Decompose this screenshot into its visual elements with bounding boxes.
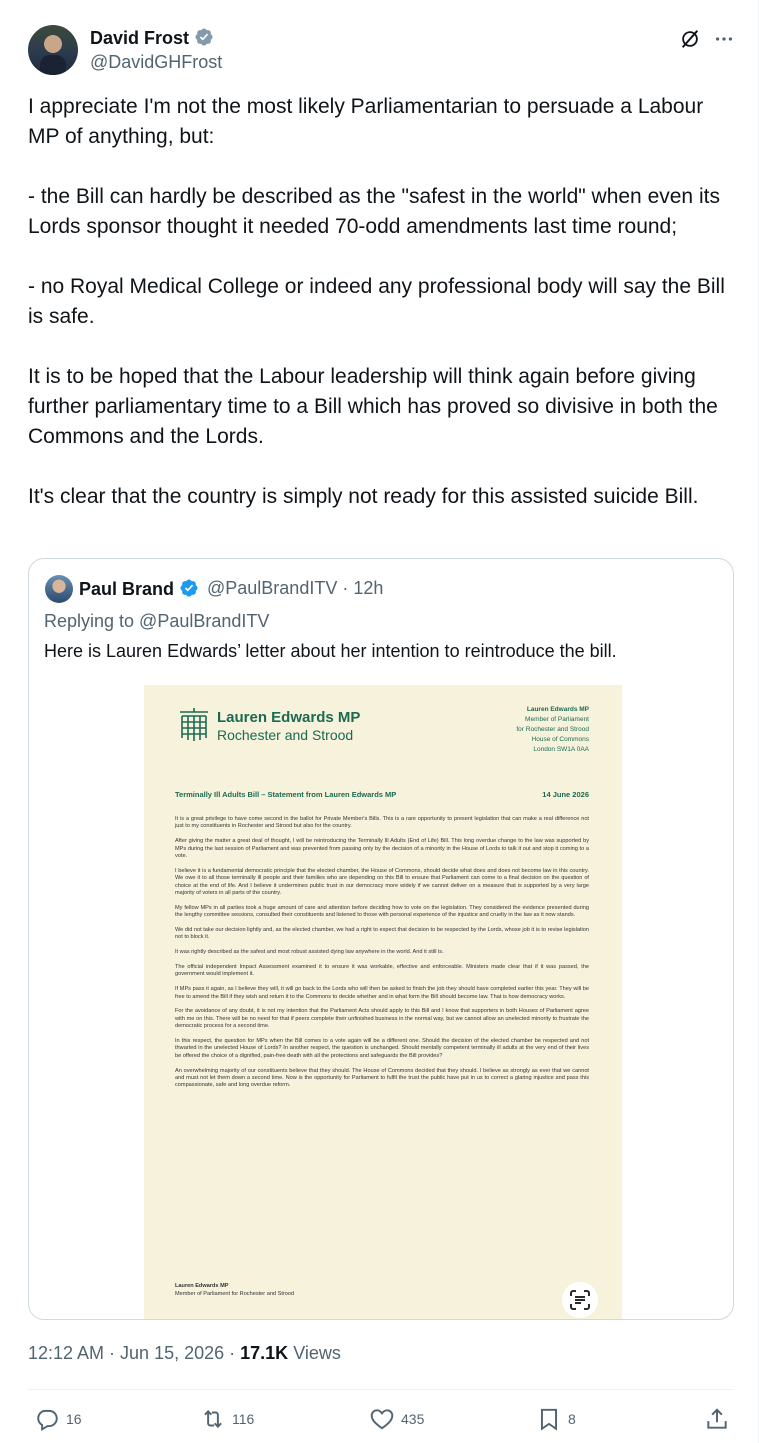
divider — [28, 1389, 734, 1390]
tweet-timestamp[interactable]: 12:12 AM · Jun 15, 2026 · — [28, 1343, 240, 1363]
scan-text-button[interactable] — [562, 1282, 598, 1318]
quoted-author-name-row[interactable]: Paul Brand — [79, 578, 199, 600]
letter-paragraph: The official independent Impact Assessme… — [175, 964, 589, 978]
letter-paragraph: An overwhelming majority of our constitu… — [175, 1067, 589, 1089]
quoted-tweet[interactable]: Paul Brand @PaulBrandITV · 12h Replying … — [28, 558, 734, 1320]
letterhead-name: Lauren Edwards MP — [217, 709, 361, 726]
letter-paragraph: I believe it is a fundamental democratic… — [175, 867, 589, 897]
letter-paragraph: My fellow MPs in all parties took a huge… — [175, 904, 589, 919]
author-name[interactable]: David Frost — [90, 28, 189, 48]
share-icon — [707, 1408, 727, 1429]
tweet-text: I appreciate I'm not the most likely Par… — [28, 95, 725, 508]
address-name: Lauren Edwards MP — [526, 706, 589, 713]
reply-icon — [37, 1409, 58, 1432]
letter-paragraph: After giving the matter a great deal of … — [175, 838, 589, 860]
scan-text-icon — [570, 1290, 590, 1310]
verified-badge-icon — [195, 28, 213, 46]
like-icon — [370, 1409, 394, 1430]
signature-name: Lauren Edwards MP — [175, 1283, 229, 1289]
letter-date: 14 June 2026 — [542, 790, 589, 799]
tweet-meta: 12:12 AM · Jun 15, 2026 · 17.1K Views — [28, 1343, 341, 1364]
repost-icon — [204, 1410, 222, 1428]
letter-paragraph: It is a great privilege to have come sec… — [175, 816, 589, 830]
letter-title: Terminally Ill Adults Bill – Statement f… — [175, 790, 397, 799]
share-button[interactable] — [704, 1404, 736, 1434]
more-icon[interactable] — [713, 28, 735, 50]
verified-badge-icon — [180, 579, 198, 597]
like-count: 435 — [401, 1411, 425, 1427]
reply-count: 16 — [66, 1411, 82, 1427]
repost-count: 116 — [232, 1411, 255, 1427]
letter-paragraph: For the avoidance of any doubt, it is no… — [175, 1008, 589, 1030]
letter-body: It is a great privilege to have come sec… — [175, 816, 589, 1097]
like-button[interactable]: 435 — [369, 1404, 424, 1434]
signature-role: Member of Parliament for Rochester and S… — [175, 1291, 295, 1297]
letter-paragraph: In this respect, the question for MPs wh… — [175, 1038, 589, 1059]
bookmark-button[interactable]: 8 — [536, 1404, 576, 1434]
quoted-replying-to[interactable]: Replying to @PaulBrandITV — [44, 611, 269, 632]
portcullis-icon — [180, 708, 208, 741]
quoted-author-handle-time[interactable]: @PaulBrandITV · 12h — [207, 578, 383, 599]
views-label: Views — [288, 1343, 341, 1363]
author-avatar[interactable] — [28, 25, 78, 75]
letter-paragraph: If MPs pass it again, as I believe they … — [175, 986, 589, 1000]
letter-paragraph: We did not take our decision lightly and… — [175, 927, 589, 941]
letterhead-address: Lauren Edwards MP Member of Parliament fo… — [459, 705, 589, 755]
reply-button[interactable]: 16 — [34, 1404, 82, 1434]
bookmark-count: 8 — [568, 1411, 576, 1427]
letter-signature: Lauren Edwards MP Member of Parliament f… — [175, 1282, 294, 1298]
author-handle[interactable]: @DavidGHFrost — [90, 52, 222, 73]
grok-icon[interactable] — [679, 28, 701, 50]
quoted-author-name[interactable]: Paul Brand — [79, 579, 174, 599]
quoted-author-avatar[interactable] — [45, 575, 73, 603]
bookmark-icon — [540, 1408, 558, 1431]
address-lines: Member of Parliament for Rochester and S… — [516, 716, 589, 753]
repost-button[interactable]: 116 — [200, 1404, 254, 1434]
author-name-row[interactable]: David Frost — [90, 27, 214, 49]
letter-image[interactable]: Lauren Edwards MP Rochester and Strood L… — [144, 685, 622, 1319]
letter-paragraph: It was rightly described as the safest a… — [175, 949, 444, 956]
letterhead-constituency: Rochester and Strood — [217, 727, 354, 743]
quoted-tweet-text: Here is Lauren Edwards’ letter about her… — [44, 641, 617, 661]
views-count: 17.1K — [240, 1343, 289, 1363]
